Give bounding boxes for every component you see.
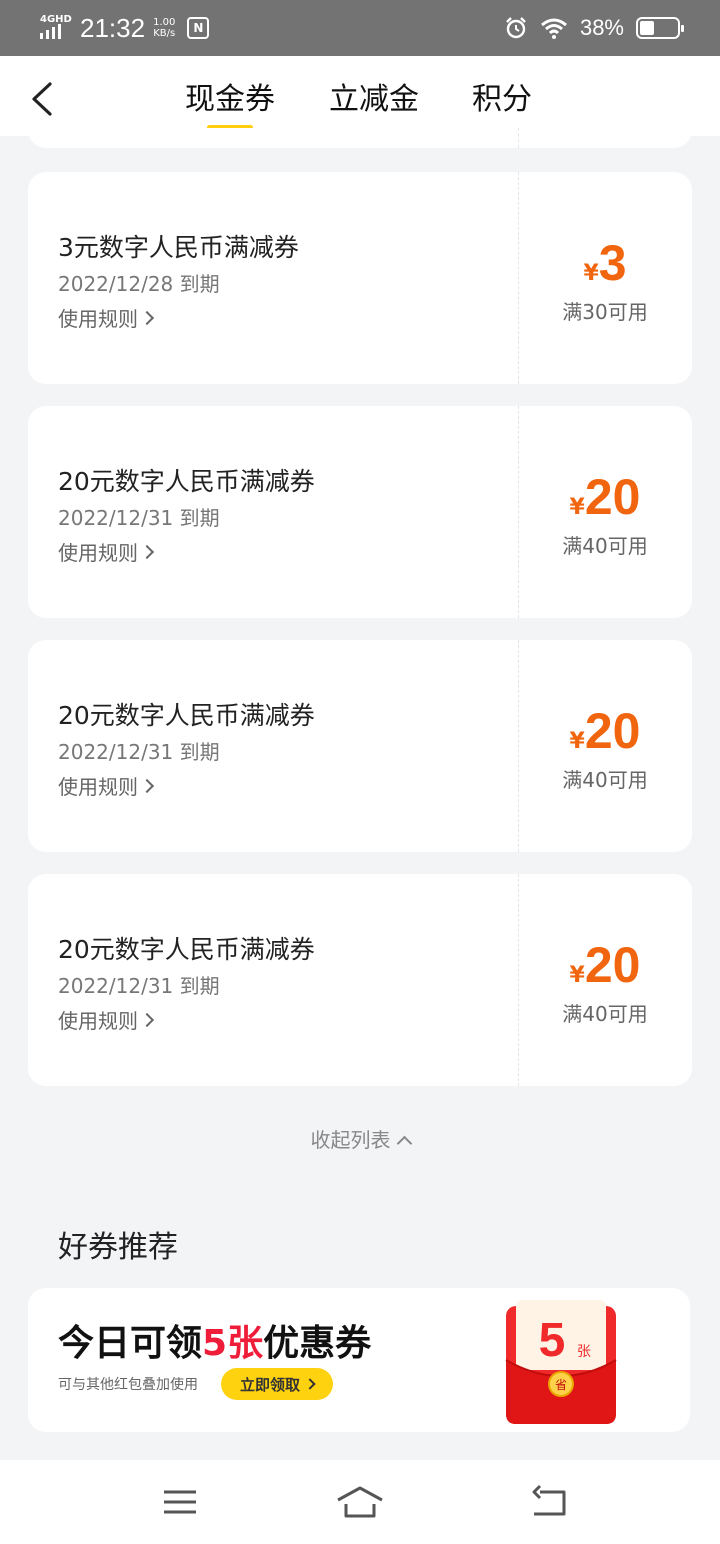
claim-now-label: 立即领取 (239, 1375, 300, 1394)
amount-value: 20 (584, 469, 641, 525)
coupon-card[interactable]: 20元数字人民币满减券 2022/12/31 到期 使用规则 ¥20 满40可用 (28, 874, 692, 1086)
header: 现金券 立减金 积分 (0, 56, 720, 136)
cell-signal-icon: 4GHD (40, 15, 74, 41)
back-arrow-icon[interactable] (28, 80, 58, 118)
coupon-condition: 满40可用 (562, 768, 648, 792)
usage-rules-link[interactable]: 使用规则 (58, 537, 155, 566)
battery-icon (636, 17, 684, 39)
chevron-up-icon (396, 1135, 412, 1152)
home-icon[interactable] (336, 1484, 384, 1520)
chevron-right-icon (139, 778, 155, 793)
coupon-amount: ¥20 (518, 936, 692, 994)
coupon-title: 20元数字人民币满减券 (58, 935, 315, 964)
coupon-title: 20元数字人民币满减券 (58, 467, 315, 496)
currency-symbol: ¥ (569, 963, 585, 988)
usage-rules-link[interactable]: 使用规则 (58, 1005, 155, 1034)
wifi-icon (540, 18, 567, 39)
currency-symbol: ¥ (569, 495, 585, 520)
amount-value: 20 (584, 703, 641, 759)
promo-subtitle: 可与其他红包叠加使用 (58, 1377, 198, 1393)
promo-title-suffix: 优惠券 (263, 1323, 372, 1364)
amount-value: 3 (598, 235, 627, 291)
back-icon[interactable] (530, 1484, 568, 1520)
red-envelope-icon: 5 张 省 (505, 1300, 617, 1424)
section-title: 好券推荐 (58, 1230, 178, 1265)
usage-rules-link[interactable]: 使用规则 (58, 771, 155, 800)
alarm-icon (506, 17, 526, 39)
coupon-amount: ¥20 (518, 468, 692, 526)
tab-cash-coupon[interactable]: 现金券 (185, 74, 275, 130)
status-bar: 4GHD 21:32 1.00 KB/s N 38% (0, 0, 720, 56)
envelope-unit: 张 (577, 1344, 591, 1360)
coupon-condition: 满30可用 (562, 300, 648, 324)
promo-banner[interactable]: 今日可领5张优惠券 可与其他红包叠加使用 立即领取 5 张 省 (28, 1288, 690, 1432)
usage-rules-label: 使用规则 (58, 775, 138, 799)
collapse-list-button[interactable]: 收起列表 (0, 1124, 720, 1153)
promo-title-highlight: 5张 (202, 1323, 264, 1364)
system-nav-bar (0, 1460, 720, 1544)
nfc-icon: N (187, 17, 210, 39)
tab-label: 立减金 (329, 82, 419, 117)
promo-title-prefix: 今日可领 (58, 1323, 203, 1364)
coupon-card[interactable]: 20元数字人民币满减券 2022/12/31 到期 使用规则 ¥20 满40可用 (28, 406, 692, 618)
coupon-card[interactable]: 3元数字人民币满减券 2022/12/28 到期 使用规则 ¥3 满30可用 (28, 172, 692, 384)
menu-icon[interactable] (162, 1484, 198, 1520)
network-speed: 1.00 KB/s (153, 17, 175, 39)
coupon-expiry: 2022/12/31 到期 (58, 740, 220, 764)
usage-rules-label: 使用规则 (58, 541, 138, 565)
coupon-card-partial (28, 128, 692, 148)
currency-symbol: ¥ (569, 729, 585, 754)
clock: 21:32 (80, 12, 146, 43)
chevron-right-icon (139, 1012, 155, 1027)
battery-percent: 38% (579, 15, 624, 40)
tab-instant-discount[interactable]: 立减金 (329, 74, 419, 118)
coupon-title: 3元数字人民币满减券 (58, 233, 299, 262)
chevron-right-icon (139, 310, 155, 325)
coupon-expiry: 2022/12/31 到期 (58, 506, 220, 530)
coupon-card[interactable]: 20元数字人民币满减券 2022/12/31 到期 使用规则 ¥20 满40可用 (28, 640, 692, 852)
envelope-seal: 省 (555, 1378, 567, 1392)
speed-unit: KB/s (153, 28, 176, 39)
currency-symbol: ¥ (583, 261, 599, 286)
tab-points[interactable]: 积分 (472, 74, 532, 118)
coupon-condition: 满40可用 (562, 1002, 648, 1026)
coupon-condition: 满40可用 (562, 534, 648, 558)
chevron-right-icon (304, 1378, 316, 1390)
coupon-amount: ¥20 (518, 702, 692, 760)
coupon-amount: ¥3 (518, 234, 692, 292)
coupon-title: 20元数字人民币满减券 (58, 701, 315, 730)
tab-label: 积分 (472, 82, 532, 117)
envelope-number: 5 (539, 1314, 566, 1367)
usage-rules-label: 使用规则 (58, 1009, 138, 1033)
coupon-expiry: 2022/12/31 到期 (58, 974, 220, 998)
tab-label: 现金券 (185, 82, 275, 117)
promo-title: 今日可领5张优惠券 (58, 1314, 371, 1366)
speed-value: 1.00 (153, 17, 176, 28)
coupon-expiry: 2022/12/28 到期 (58, 272, 220, 296)
collapse-list-label: 收起列表 (310, 1128, 391, 1152)
amount-value: 20 (584, 937, 641, 993)
usage-rules-link[interactable]: 使用规则 (58, 303, 155, 332)
usage-rules-label: 使用规则 (58, 307, 138, 331)
claim-now-button[interactable]: 立即领取 (221, 1368, 333, 1400)
chevron-right-icon (139, 544, 155, 559)
